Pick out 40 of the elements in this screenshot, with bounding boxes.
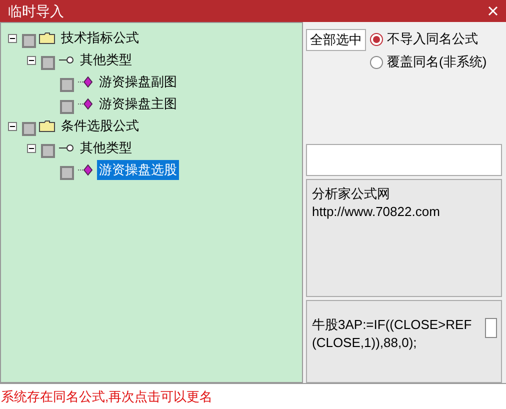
scrollbar-thumb[interactable] xyxy=(485,318,497,338)
diamond-icon xyxy=(77,164,93,176)
folder-icon xyxy=(39,32,55,44)
radio-button[interactable] xyxy=(370,56,383,68)
close-icon[interactable] xyxy=(488,6,498,16)
key-icon xyxy=(58,56,74,64)
select-all-button[interactable]: 全部选中 xyxy=(306,29,366,51)
description-text: http://www.70822.com xyxy=(312,203,441,221)
tree-item[interactable]: 游资操盘主图 xyxy=(97,94,179,114)
diamond-icon xyxy=(77,76,93,88)
key-icon xyxy=(58,144,74,152)
tree-item[interactable]: 其他类型 xyxy=(78,50,134,70)
tree-item[interactable]: 游资操盘副图 xyxy=(97,72,179,92)
tree-item[interactable]: 技术指标公式 xyxy=(59,28,141,48)
tree-checkbox[interactable] xyxy=(22,122,36,136)
tree-checkbox[interactable] xyxy=(60,166,74,180)
radio-button[interactable] xyxy=(370,32,383,46)
radio-label: 覆盖同名(非系统) xyxy=(387,53,487,72)
tree-checkbox[interactable] xyxy=(41,56,55,70)
tree-checkbox[interactable] xyxy=(22,34,36,48)
radio-label: 不导入同名公式 xyxy=(387,30,478,48)
description-text: 分析家公式网 xyxy=(312,185,391,203)
window-title: 临时导入 xyxy=(8,2,64,20)
expander-icon[interactable] xyxy=(26,56,36,64)
tree-checkbox[interactable] xyxy=(60,78,74,92)
tree-item[interactable]: 其他类型 xyxy=(78,138,134,158)
tree-checkbox[interactable] xyxy=(41,144,55,158)
code-box[interactable]: 牛股3AP:=IF((CLOSE>REF (CLOSE,1)),88,0); xyxy=(306,300,502,383)
code-line: 牛股3AP:=IF((CLOSE>REF xyxy=(312,316,473,334)
diamond-icon xyxy=(77,98,93,110)
input-field[interactable] xyxy=(306,144,502,176)
tree-item[interactable]: 条件选股公式 xyxy=(59,116,141,136)
expander-icon[interactable] xyxy=(8,34,16,42)
code-line: (CLOSE,1)),88,0); xyxy=(312,334,418,352)
expander-icon[interactable] xyxy=(26,144,36,152)
expander-icon[interactable] xyxy=(8,122,16,130)
folder-icon xyxy=(39,120,55,132)
tree-item[interactable]: 游资操盘选股 xyxy=(97,160,179,180)
status-message: 系统存在同名公式,再次点击可以更名 xyxy=(1,388,213,406)
tree-checkbox[interactable] xyxy=(60,100,74,114)
